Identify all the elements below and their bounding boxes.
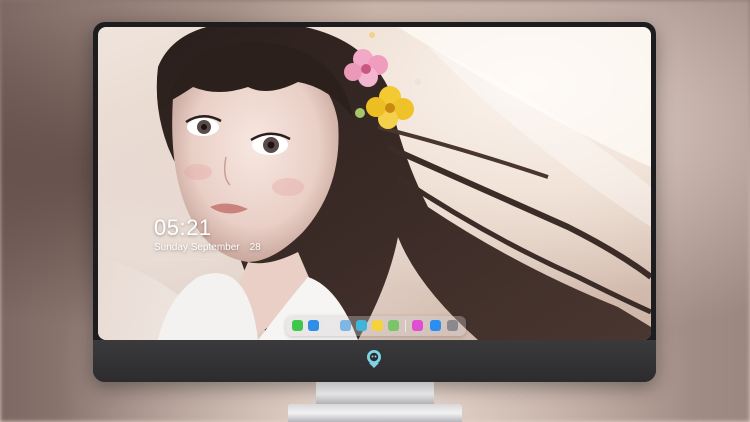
system-preferences-icon[interactable] [447,320,458,331]
finder-icon[interactable] [308,320,319,331]
lockscreen-day-month: Sunday September [154,242,240,253]
monitor-chin [93,340,656,382]
lockscreen-day-number: 28 [249,242,261,253]
dock [286,316,466,336]
wallpaper-image [98,27,651,340]
preview-icon[interactable] [340,320,351,331]
messages-icon[interactable] [292,320,303,331]
imac-monitor: 05:21 Sunday September 28 ··· ···· ·· ··… [93,22,656,382]
desktop-screen: 05:21 Sunday September 28 ··· ···· ·· ··… [98,27,651,340]
monitor-stand-neck [316,382,434,406]
notes-icon[interactable] [372,320,383,331]
clips-icon[interactable] [356,320,367,331]
lockscreen-ticker: ··· ···· ·· ····· ·· ··· ·· ··· ····· ··… [154,257,214,262]
safari-icon[interactable] [324,320,335,331]
app-store-icon[interactable] [430,320,441,331]
lockscreen-clock: 05:21 [154,215,212,240]
dock-separator [405,320,406,332]
photos-icon[interactable] [388,320,399,331]
brand-logo-icon [367,350,381,368]
itunes-icon[interactable] [412,320,423,331]
lockscreen-date: Sunday September 28 [154,242,261,253]
monitor-stand-base [288,404,462,422]
